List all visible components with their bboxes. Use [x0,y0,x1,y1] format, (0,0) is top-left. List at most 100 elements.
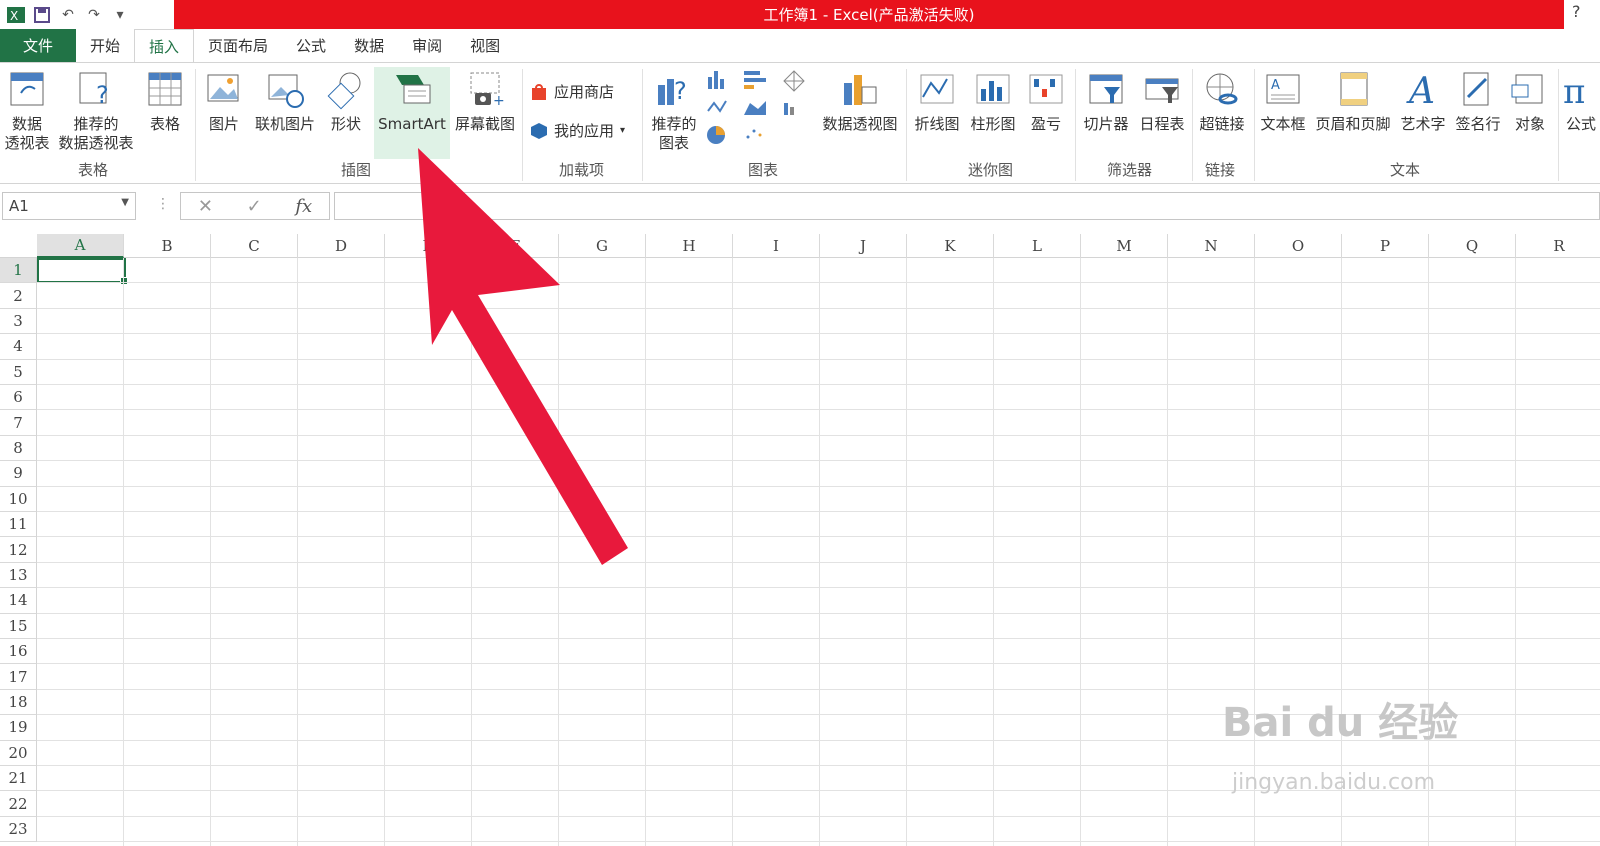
column-header-P[interactable]: P [1342,234,1429,258]
wordart-button[interactable]: A 艺术字 [1396,63,1450,134]
pivotchart-button[interactable]: 数据透视图 [818,63,902,134]
column-header-R[interactable]: R [1516,234,1600,258]
tab-view[interactable]: 视图 [456,29,514,62]
column-header-K[interactable]: K [907,234,994,258]
row-header-11[interactable]: 11 [0,512,37,538]
customize-qat-icon[interactable]: ▾ [110,5,130,25]
column-header-H[interactable]: H [646,234,733,258]
tab-insert[interactable]: 插入 [134,29,195,62]
row-header-10[interactable]: 10 [0,486,37,512]
signature-line-button[interactable]: 签名行 [1450,63,1506,134]
timeline-button[interactable]: 日程表 [1134,63,1190,134]
row-header-21[interactable]: 21 [0,766,37,792]
row-header-15[interactable]: 15 [0,613,37,639]
row-header-16[interactable]: 16 [0,639,37,665]
title-bar: X ↶ ↷ ▾ 工作簿1 - Excel(产品激活失败) ? [0,0,1600,29]
formula-bar: A1 ▼ ⋮ ✕ ✓ fx [0,186,1600,226]
row-header-23[interactable]: 23 [0,816,37,843]
picture-button[interactable]: 图片 [200,63,248,134]
column-header-Q[interactable]: Q [1429,234,1516,258]
tab-page-layout[interactable]: 页面布局 [194,29,282,62]
column-header-N[interactable]: N [1168,234,1255,258]
undo-icon[interactable]: ↶ [58,5,78,25]
slicer-button[interactable]: 切片器 [1078,63,1134,134]
gridline [993,258,994,846]
row-header-22[interactable]: 22 [0,791,37,817]
equation-button[interactable]: π 公式 [1562,63,1600,134]
row-header-13[interactable]: 13 [0,562,37,589]
column-header-L[interactable]: L [994,234,1081,258]
column-header-I[interactable]: I [733,234,820,258]
row-header-7[interactable]: 7 [0,410,37,436]
row-header-6[interactable]: 6 [0,385,37,411]
gridline [37,409,1600,411]
sparkline-line-button[interactable]: 折线图 [910,63,964,134]
column-header-E[interactable]: E [385,234,472,258]
textbox-button[interactable]: A 文本框 [1256,63,1310,134]
column-header-A[interactable]: A [37,234,124,258]
redo-icon[interactable]: ↷ [84,5,104,25]
row-header-12[interactable]: 12 [0,537,37,563]
tab-data[interactable]: 数据 [340,29,398,62]
recommended-charts-button[interactable]: ? 推荐的 图表 [646,63,702,153]
pivotchart-icon [844,75,877,105]
cancel-icon[interactable]: ✕ [198,196,213,217]
tab-file[interactable]: 文件 [0,29,76,62]
textbox-icon: A [1266,74,1300,104]
column-header-D[interactable]: D [298,234,385,258]
chevron-down-icon[interactable]: ▼ [121,197,129,208]
column-header-G[interactable]: G [559,234,646,258]
row-header-17[interactable]: 17 [0,664,37,690]
row-header-18[interactable]: 18 [0,689,37,716]
smartart-button[interactable]: SmartArt [374,63,450,134]
column-header-C[interactable]: C [211,234,298,258]
online-picture-button[interactable]: 联机图片 [250,63,320,134]
help-button[interactable]: ? [1572,2,1581,21]
row-header-5[interactable]: 5 [0,359,37,385]
sparkline-winloss-button[interactable]: 盈亏 [1022,63,1070,134]
table-icon [148,72,182,106]
row-header-9[interactable]: 9 [0,461,37,487]
ribbon: 数据 透视表 ? 推荐的 数据透视表 表格 表格 图片 联机图片 形状 Smar… [0,62,1600,184]
save-icon[interactable] [32,5,52,25]
table-button[interactable]: 表格 [140,63,190,134]
hyperlink-button[interactable]: 超链接 [1194,63,1250,134]
more-options-icon[interactable]: ⋮ [156,196,170,212]
gridline [645,258,646,846]
name-box[interactable]: A1 ▼ [2,192,136,220]
my-apps-button[interactable]: 我的应用 ▾ [530,120,625,141]
row-header-2[interactable]: 2 [0,283,37,309]
tab-formulas[interactable]: 公式 [282,29,340,62]
pivottable-button[interactable]: 数据 透视表 [2,63,52,153]
row-header-1[interactable]: 1 [0,258,37,284]
column-header-M[interactable]: M [1081,234,1168,258]
object-button[interactable]: 对象 [1506,63,1554,134]
recommended-pivottable-button[interactable]: ? 推荐的 数据透视表 [54,63,138,153]
worksheet-grid[interactable]: 1 2 3 4 5 6 7 8 9 10 11 12 13 14 15 16 17 18 19 20 21 22 23 [0,258,1600,846]
row-header-14[interactable]: 14 [0,588,37,614]
column-header-J[interactable]: J [820,234,907,258]
window-title: 工作簿1 - Excel(产品激活失败) [174,0,1564,29]
group-separator [906,69,907,181]
chart-type-gallery[interactable] [704,67,814,151]
column-header-B[interactable]: B [124,234,211,258]
header-footer-button[interactable]: 页眉和页脚 [1310,63,1396,134]
sparkline-column-button[interactable]: 柱形图 [966,63,1020,134]
enter-icon[interactable]: ✓ [247,196,262,217]
store-button[interactable]: 应用商店 [530,81,614,102]
column-header-F[interactable]: F [472,234,559,258]
row-header-19[interactable]: 19 [0,715,37,741]
group-separator [1192,69,1193,181]
insert-function-icon[interactable]: fx [295,196,312,217]
tab-review[interactable]: 审阅 [398,29,456,62]
row-header-8[interactable]: 8 [0,435,37,462]
active-cell-A1[interactable] [37,258,128,285]
row-header-4[interactable]: 4 [0,334,37,360]
shapes-button[interactable]: 形状 [322,63,370,134]
formula-input[interactable] [334,192,1600,220]
tab-home[interactable]: 开始 [76,29,134,62]
screenshot-button[interactable]: + 屏幕截图 [452,63,518,134]
row-header-3[interactable]: 3 [0,308,37,335]
row-header-20[interactable]: 20 [0,740,37,766]
column-header-O[interactable]: O [1255,234,1342,258]
